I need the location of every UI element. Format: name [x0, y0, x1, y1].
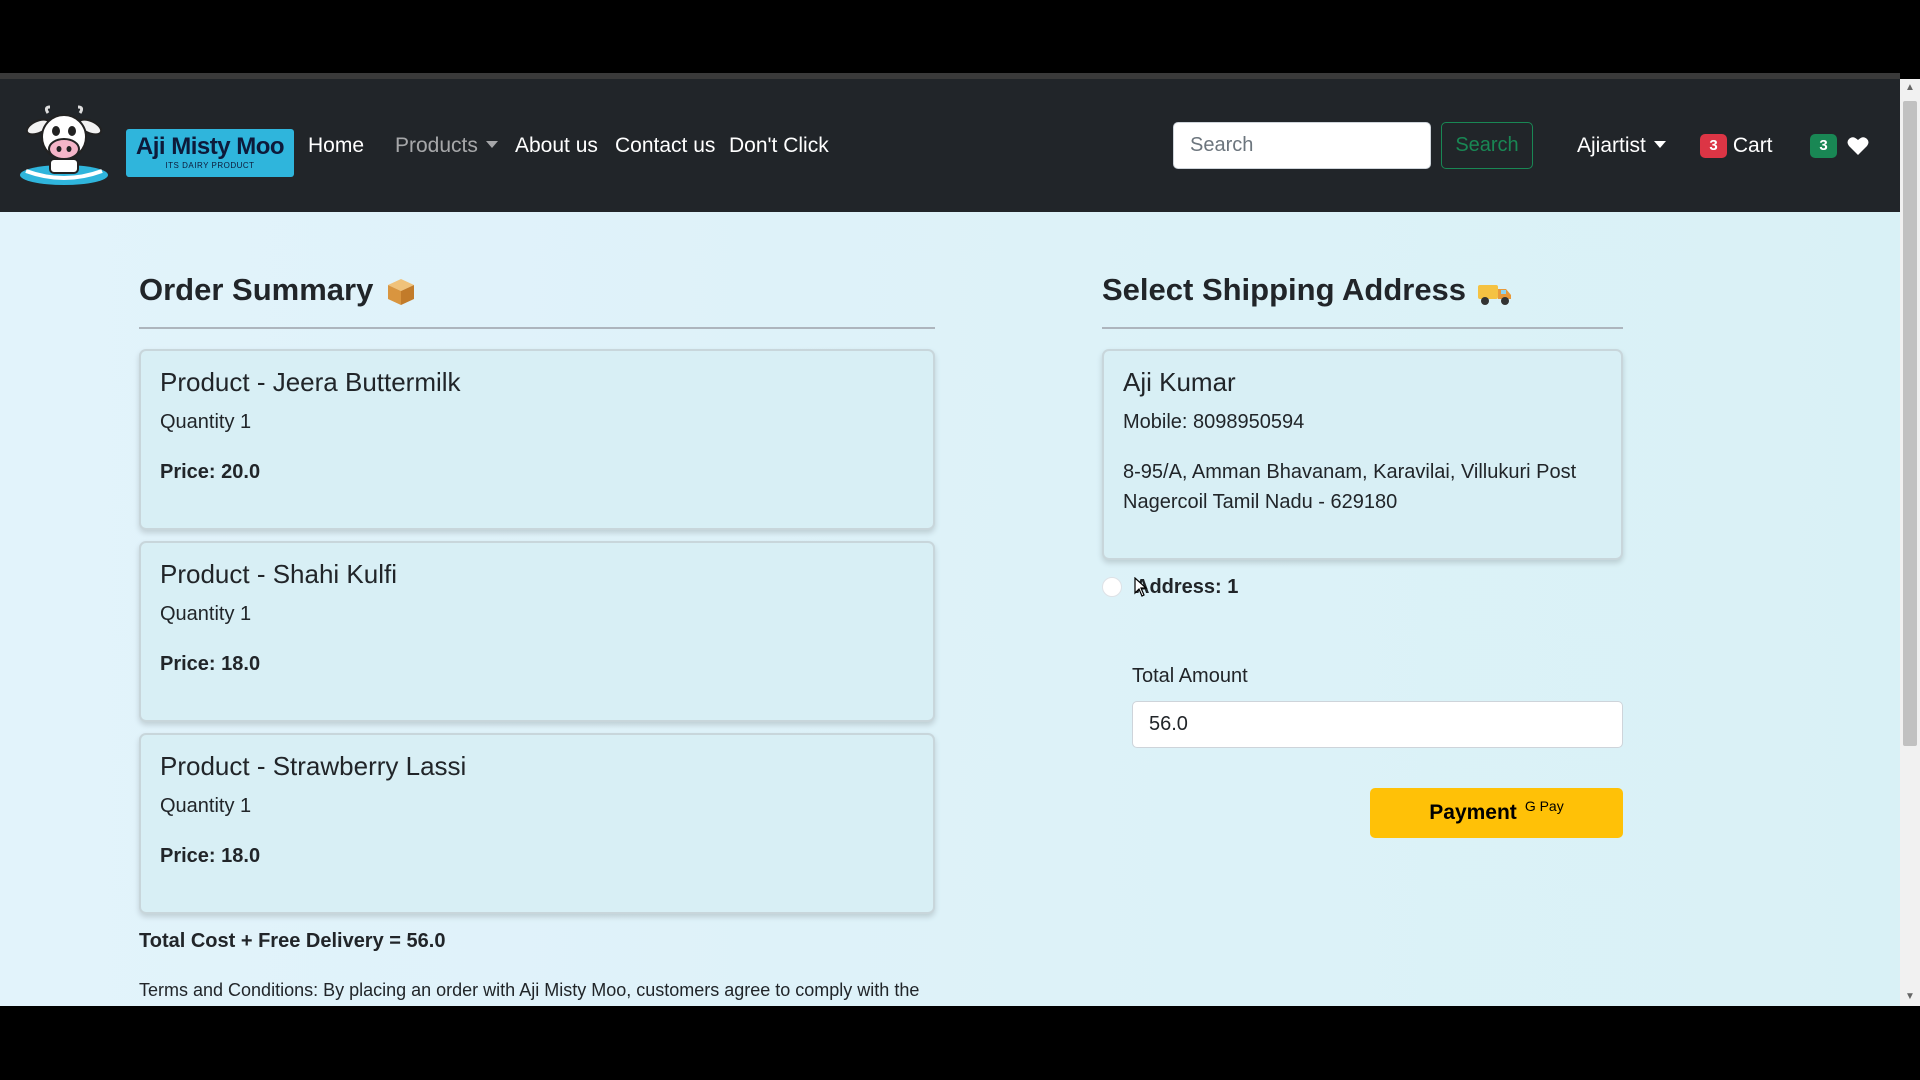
chevron-down-icon: [1653, 141, 1666, 149]
payment-button[interactable]: Payment G Pay: [1370, 788, 1623, 838]
chevron-down-icon: [485, 141, 498, 149]
nav-contact-link[interactable]: Contact us: [615, 131, 715, 161]
gpay-icon: G Pay: [1524, 798, 1564, 814]
order-item-price: Price: 18.0: [160, 653, 261, 675]
order-item-card: Product - Shahi Kulfi Quantity 1 Price: …: [139, 541, 935, 722]
order-item-quantity: Quantity 1: [160, 795, 252, 817]
shipping-divider: [1102, 327, 1623, 329]
page-viewport: Aji Misty Moo ITS DAIRY PRODUCT Home Pro…: [0, 79, 1900, 1006]
address-line1: 8-95/A, Amman Bhavanam, Karavilai, Villu…: [1123, 461, 1577, 483]
order-item-name: Product - Shahi Kulfi: [160, 559, 398, 589]
nav-about-link[interactable]: About us: [515, 131, 598, 161]
address-radio-label[interactable]: Address: 1: [1135, 572, 1238, 602]
address-card: Aji Kumar Mobile: 8098950594 8-95/A, Amm…: [1102, 349, 1623, 560]
brand-subtitle: ITS DAIRY PRODUCT: [165, 161, 255, 170]
navbar: Aji Misty Moo ITS DAIRY PRODUCT Home Pro…: [0, 79, 1900, 212]
order-summary-title: Order Summary: [139, 270, 416, 310]
order-summary-title-text: Order Summary: [139, 272, 374, 307]
vertical-scrollbar[interactable]: ▲ ▼: [1900, 79, 1920, 1006]
order-item-name: Product - Strawberry Lassi: [160, 751, 467, 781]
shipping-title-text: Select Shipping Address: [1102, 272, 1467, 307]
cart-count-badge: 3: [1700, 134, 1727, 159]
total-cost-text: Total Cost + Free Delivery = 56.0: [139, 930, 446, 952]
total-amount-label: Total Amount: [1132, 665, 1248, 687]
order-item-quantity: Quantity 1: [160, 411, 252, 433]
scroll-up-icon[interactable]: ▲: [1900, 79, 1920, 97]
address-line2: Nagercoil Tamil Nadu - 629180: [1123, 491, 1398, 513]
screen-bottom-black-bar: [0, 1006, 1920, 1080]
brand-title: Aji Misty Moo: [135, 133, 285, 160]
search-input[interactable]: Search: [1173, 122, 1431, 169]
wishlist-link[interactable]: 3: [1810, 131, 1869, 161]
wishlist-count-badge: 3: [1810, 134, 1837, 159]
shipping-title: Select Shipping Address: [1102, 270, 1513, 310]
order-item-card: Product - Jeera Buttermilk Quantity 1 Pr…: [139, 349, 935, 530]
brand-logo[interactable]: Aji Misty Moo ITS DAIRY PRODUCT: [126, 129, 294, 177]
order-summary-divider: [139, 327, 935, 329]
scrollbar-thumb[interactable]: [1903, 101, 1917, 746]
package-icon: [387, 278, 414, 305]
search-button[interactable]: Search: [1441, 122, 1533, 169]
delivery-truck-icon: [1477, 284, 1511, 305]
address-radio[interactable]: [1102, 577, 1122, 597]
total-amount-field[interactable]: 56.0: [1132, 701, 1623, 748]
nav-products-dropdown[interactable]: Products: [395, 131, 498, 161]
user-menu-dropdown[interactable]: Ajiartist: [1577, 131, 1666, 161]
payment-button-label: Payment: [1429, 801, 1517, 824]
order-item-name: Product - Jeera Buttermilk: [160, 367, 461, 397]
nav-dont-click-link[interactable]: Don't Click: [729, 131, 829, 161]
scroll-down-icon[interactable]: ▼: [1900, 988, 1920, 1006]
cow-logo-icon[interactable]: [16, 105, 112, 189]
order-item-price: Price: 18.0: [160, 845, 261, 867]
nav-products-label: Products: [395, 134, 478, 157]
order-item-price: Price: 20.0: [160, 461, 261, 483]
cart-label: Cart: [1732, 134, 1773, 157]
heart-icon: [1847, 137, 1869, 156]
order-item-card: Product - Strawberry Lassi Quantity 1 Pr…: [139, 733, 935, 914]
address-mobile: Mobile: 8098950594: [1123, 411, 1305, 433]
terms-text: Terms and Conditions: By placing an orde…: [139, 980, 920, 1000]
screen-top-black-bar: [0, 0, 1920, 73]
user-menu-label: Ajiartist: [1577, 134, 1646, 157]
address-name: Aji Kumar: [1123, 367, 1236, 397]
nav-home-link[interactable]: Home: [308, 131, 364, 161]
cart-link[interactable]: 3 Cart: [1700, 131, 1773, 161]
mouse-pointer-icon: [1134, 577, 1148, 597]
order-item-quantity: Quantity 1: [160, 603, 252, 625]
